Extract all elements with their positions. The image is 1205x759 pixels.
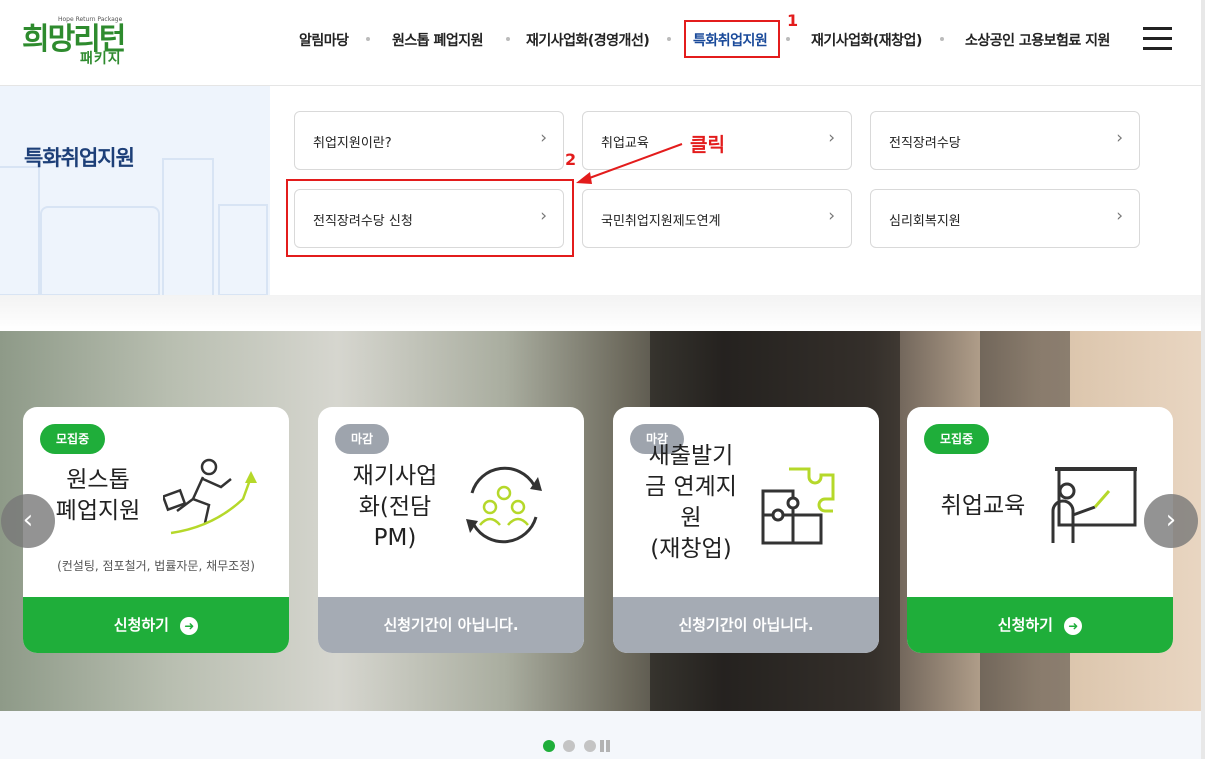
submenu-item-national-link[interactable]: 국민취업지원제도연계 › [582,189,852,248]
submenu-item-about[interactable]: 취업지원이란? › [294,111,564,170]
annotation-highlight-box [684,20,780,58]
building-illustration [218,204,268,295]
apply-button[interactable]: 신청하기 ➜ [23,597,289,653]
status-badge: 모집중 [924,424,990,454]
chevron-right-icon: › [1116,128,1123,148]
program-card[interactable]: 마감 새출발기 금 연계지 원 (재창업) 신청기간이 아닙니다. [613,407,879,653]
chevron-right-icon: › [828,128,835,148]
annotation-click-label: 클릭 [690,134,725,156]
nav-item-closure-support[interactable]: 원스톱 폐업지원 [392,30,484,50]
chevron-right-icon: › [540,128,547,148]
submenu-item-allowance[interactable]: 전직장려수당 › [870,111,1140,170]
running-man-icon [163,458,257,535]
submenu-banner: 특화취업지원 [0,86,270,295]
card-title: 재기사업 화(전담 PM) [352,463,438,551]
teacher-board-icon [1051,467,1137,543]
annotation-highlight-box [286,179,574,257]
logo-subtext: Hope Return Package [58,16,123,23]
submenu-title: 특화취업지원 [24,146,135,170]
submenu-item-recovery[interactable]: 심리회복지원 › [870,189,1140,248]
chevron-right-icon: › [828,206,835,226]
pagination-dot[interactable] [584,740,596,752]
page: 희망리턴 Hope Return Package 패키지 알림마당 원스톱 폐업… [0,0,1205,759]
site-header: 희망리턴 Hope Return Package 패키지 알림마당 원스톱 폐업… [0,0,1205,86]
nav-item-insurance-support[interactable]: 소상공인 고용보험료 지원 [965,30,1110,50]
building-illustration [0,166,40,295]
nav-separator [940,37,944,41]
nav-separator [786,37,790,41]
logo[interactable]: 희망리턴 Hope Return Package 패키지 [22,14,162,74]
card-description: (컨설팅, 점포철거, 법률자문, 채무조정) [57,559,255,573]
period-closed-button: 신청기간이 아닙니다. [613,597,879,653]
scrollbar[interactable] [1201,0,1205,759]
annotation-step-1: 1 [787,11,799,30]
nav-separator [366,37,370,41]
pagination-dot-active[interactable] [543,740,555,752]
arrow-circle-icon: ➜ [180,616,199,635]
logo-package-text: 패키지 [80,51,122,67]
nav-separator [667,37,671,41]
program-card[interactable]: 모집중 원스톱 폐업지원 (컨설팅, 점포철거, 법률자문, 채무조정) 신청하… [23,407,289,653]
card-title: 원스톱 폐업지원 [55,467,141,524]
program-card[interactable]: 모집중 취업교육 신청하기 ➜ [907,407,1173,653]
status-badge: 마감 [335,424,390,454]
apply-button-label: 신청하기 [113,616,169,634]
chevron-right-icon: › [1116,206,1123,226]
shop-illustration [40,206,160,295]
nav-item-restart-startup[interactable]: 재기사업화(재창업) [811,30,922,50]
apply-button-label: 신청하기 [997,616,1053,634]
submenu-item-label: 심리회복지원 [889,214,961,229]
arrow-circle-icon: ➜ [1064,616,1083,635]
carousel-next-button[interactable]: › [1144,494,1198,548]
status-badge: 모집중 [40,424,106,454]
program-card[interactable]: 마감 재기사업 화(전담 PM) 신청기간이 아닙니다. [318,407,584,653]
nav-item-notice[interactable]: 알림마당 [299,30,349,50]
building-illustration [162,158,214,295]
period-closed-button: 신청기간이 아닙니다. [318,597,584,653]
nav-item-restart-management[interactable]: 재기사업화(경영개선) [526,30,650,50]
card-title: 새출발기 금 연계지 원 (재창업) [645,443,737,562]
section-divider [0,295,1205,331]
hero-carousel: 모집중 원스톱 폐업지원 (컨설팅, 점포철거, 법률자문, 채무조정) 신청하… [0,331,1205,711]
annotation-arrow-icon [576,143,683,184]
hamburger-menu-icon[interactable] [1143,27,1172,51]
submenu-item-label: 취업지원이란? [313,136,392,151]
carousel-prev-button[interactable]: ‹ [1,494,55,548]
apply-button[interactable]: 신청하기 ➜ [907,597,1173,653]
pagination-dot[interactable] [563,740,575,752]
puzzle-icon [761,467,835,545]
submenu-item-label: 전직장려수당 [889,136,961,151]
submenu-item-label: 국민취업지원제도연계 [601,214,721,229]
nav-separator [506,37,510,41]
card-title: 취업교육 [940,493,1026,519]
team-cycle-icon [466,466,542,544]
pause-icon[interactable] [599,740,611,752]
